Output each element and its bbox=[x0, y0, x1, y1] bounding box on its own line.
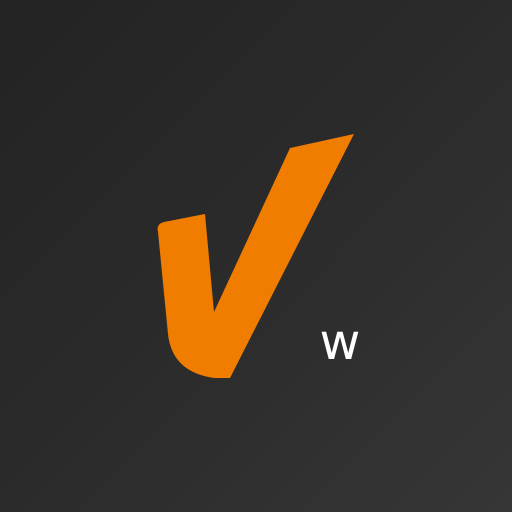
checkmark-logo-icon bbox=[157, 134, 354, 378]
app-icon[interactable]: w bbox=[0, 0, 512, 512]
logo-letter: w bbox=[319, 313, 361, 371]
